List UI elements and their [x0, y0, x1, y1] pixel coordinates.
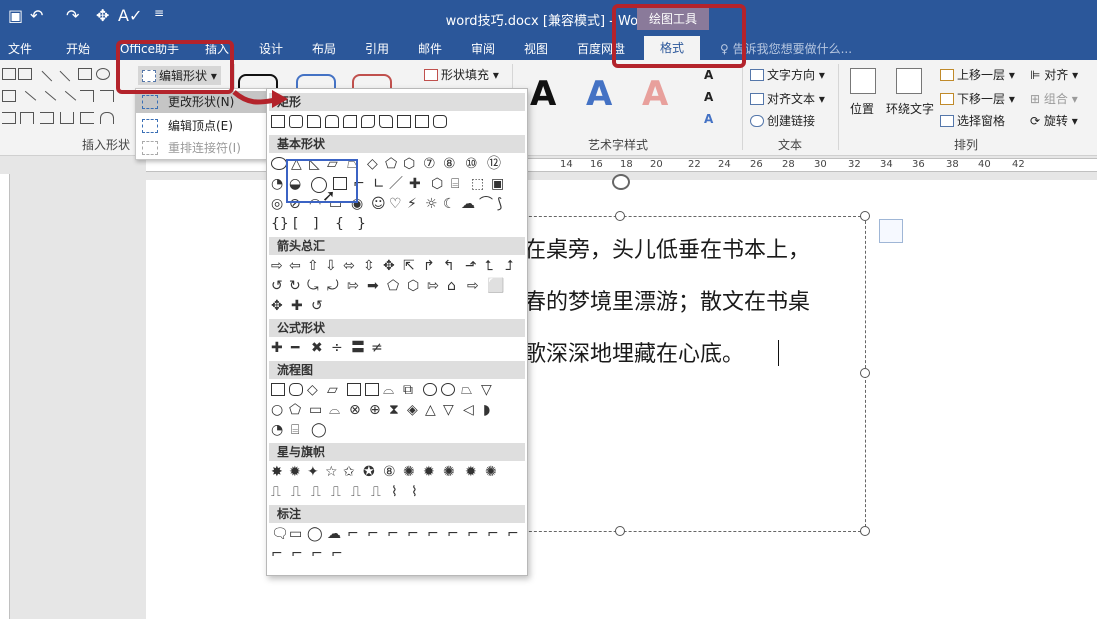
selection-pane-button[interactable]: 选择窗格: [940, 112, 1005, 129]
wordart-pink[interactable]: A: [642, 74, 668, 114]
position-icon[interactable]: [850, 68, 876, 94]
align-label: 对齐: [1044, 68, 1069, 82]
ruler-label: 30: [814, 159, 827, 170]
rotate-icon: ⟳: [1030, 114, 1044, 128]
shape-fill-label: 形状填充: [441, 68, 490, 82]
text-group-label: 文本: [778, 138, 803, 152]
insert-shapes-group-label: 插入形状: [82, 138, 131, 152]
title-bar: ▣ ↶ ↷ ✥ A✓ ≡ word技巧.docx [兼容模式] - Word 绘…: [0, 0, 1097, 36]
ruler-label: 24: [718, 159, 731, 170]
category-basic-shapes: 基本形状: [269, 135, 525, 153]
text-direction-button[interactable]: 文字方向 ▾: [750, 66, 825, 83]
rotate-button[interactable]: ⟳ 旋转 ▾: [1030, 112, 1078, 129]
group-label: 组合: [1043, 92, 1068, 106]
highlight-drawing-tools: [612, 4, 746, 68]
wordart-group-label: 艺术字样式: [588, 138, 649, 152]
shape-style-blue[interactable]: [296, 74, 336, 88]
send-backward-label: 下移一层: [957, 92, 1006, 106]
category-callouts: 标注: [269, 505, 525, 523]
tab-review[interactable]: 审阅: [471, 40, 495, 57]
menu-reroute-label: 重排连接符(I): [168, 141, 241, 155]
bring-forward-button[interactable]: 上移一层 ▾: [940, 66, 1015, 83]
ruler-label: 26: [750, 159, 763, 170]
tab-design[interactable]: 设计: [259, 40, 283, 57]
doc-line: 在桌旁，头儿低垂在书本上，: [524, 238, 811, 263]
ruler-label: 20: [650, 159, 663, 170]
rotate-label: 旋转: [1043, 114, 1068, 128]
category-stars-banners: 星与旗帜: [269, 443, 525, 461]
ruler-label: 38: [946, 159, 959, 170]
text-fill-icon[interactable]: A: [704, 68, 713, 82]
menu-edit-points[interactable]: 编辑顶点(E): [136, 115, 267, 137]
align-button[interactable]: ⊫ 对齐 ▾: [1030, 66, 1078, 83]
create-link-button[interactable]: 创建链接: [750, 112, 815, 129]
document-title: word技巧.docx [兼容模式] - Word: [445, 14, 652, 29]
vertical-ruler[interactable]: [0, 174, 10, 619]
reroute-icon: [142, 141, 158, 155]
send-backward-button[interactable]: 下移一层 ▾: [940, 90, 1015, 107]
selection-pane-label: 选择窗格: [957, 114, 1006, 128]
menu-edit-points-label: 编辑顶点(E): [168, 119, 233, 133]
ruler-label: 34: [880, 159, 893, 170]
bring-forward-label: 上移一层: [957, 68, 1006, 82]
position-button[interactable]: 位置: [850, 100, 874, 117]
create-link-label: 创建链接: [767, 114, 816, 128]
mouse-pointer-icon: ➚: [322, 186, 336, 205]
text-cursor: [778, 340, 779, 366]
wordart-blue[interactable]: A: [586, 74, 612, 114]
doc-line: 歌深深地埋藏在心底。: [524, 342, 745, 367]
ruler-label: 32: [848, 159, 861, 170]
wrap-text-icon[interactable]: [896, 68, 922, 94]
ruler-label: 18: [620, 159, 633, 170]
ruler-label: 36: [912, 159, 925, 170]
group-divider: [838, 64, 839, 150]
align-text-button[interactable]: 对齐文本 ▾: [750, 90, 825, 107]
tab-references[interactable]: 引用: [365, 40, 389, 57]
menu-change-shape-label: 更改形状(N): [168, 95, 235, 109]
tab-home[interactable]: 开始: [66, 40, 90, 57]
change-shape-icon: [142, 95, 158, 109]
align-text-label: 对齐文本: [767, 92, 816, 106]
shape-style-red[interactable]: [352, 74, 392, 88]
edit-points-icon: [142, 119, 158, 133]
ruler-label: 40: [978, 159, 991, 170]
group-icon: ⊞: [1030, 92, 1044, 106]
ruler-label: 42: [1012, 159, 1025, 170]
doc-line: 春的梦境里漂游；散文在书桌: [524, 290, 811, 315]
text-direction-label: 文字方向: [767, 68, 816, 82]
tell-me-text: 告诉我您想要做什么...: [732, 42, 853, 56]
category-rectangles: 矩形: [269, 93, 525, 111]
resize-handle[interactable]: [615, 211, 625, 221]
ruler-label: 16: [590, 159, 603, 170]
align-icon: ⊫: [1030, 68, 1045, 82]
tab-file[interactable]: 文件: [8, 40, 32, 57]
ruler-label: 14: [560, 159, 573, 170]
arrange-group-label: 排列: [954, 138, 979, 152]
resize-handle[interactable]: [860, 526, 870, 536]
rotate-handle-icon[interactable]: [612, 174, 630, 190]
tab-layout[interactable]: 布局: [312, 40, 336, 57]
shape-fill-button[interactable]: 形状填充 ▾: [424, 66, 499, 83]
resize-handle[interactable]: [860, 368, 870, 378]
tab-mailings[interactable]: 邮件: [418, 40, 442, 57]
group-button[interactable]: ⊞ 组合 ▾: [1030, 90, 1078, 107]
ruler-label: 28: [782, 159, 795, 170]
red-arrow-icon: [232, 90, 288, 108]
resize-handle[interactable]: [615, 526, 625, 536]
group-divider: [742, 64, 743, 150]
text-outline-icon[interactable]: A: [704, 90, 713, 104]
menu-reroute-connectors[interactable]: 重排连接符(I): [136, 137, 267, 159]
highlight-edit-shape: [116, 40, 234, 94]
layout-options-icon[interactable]: [879, 219, 903, 243]
category-equation-shapes: 公式形状: [269, 319, 525, 337]
text-effects-icon[interactable]: A: [704, 112, 713, 126]
category-block-arrows: 箭头总汇: [269, 237, 525, 255]
tab-view[interactable]: 视图: [524, 40, 548, 57]
resize-handle[interactable]: [860, 211, 870, 221]
wrap-text-button[interactable]: 环绕文字: [886, 100, 934, 117]
category-flowchart: 流程图: [269, 361, 525, 379]
wordart-black[interactable]: A: [530, 74, 556, 114]
ruler-label: 22: [688, 159, 701, 170]
